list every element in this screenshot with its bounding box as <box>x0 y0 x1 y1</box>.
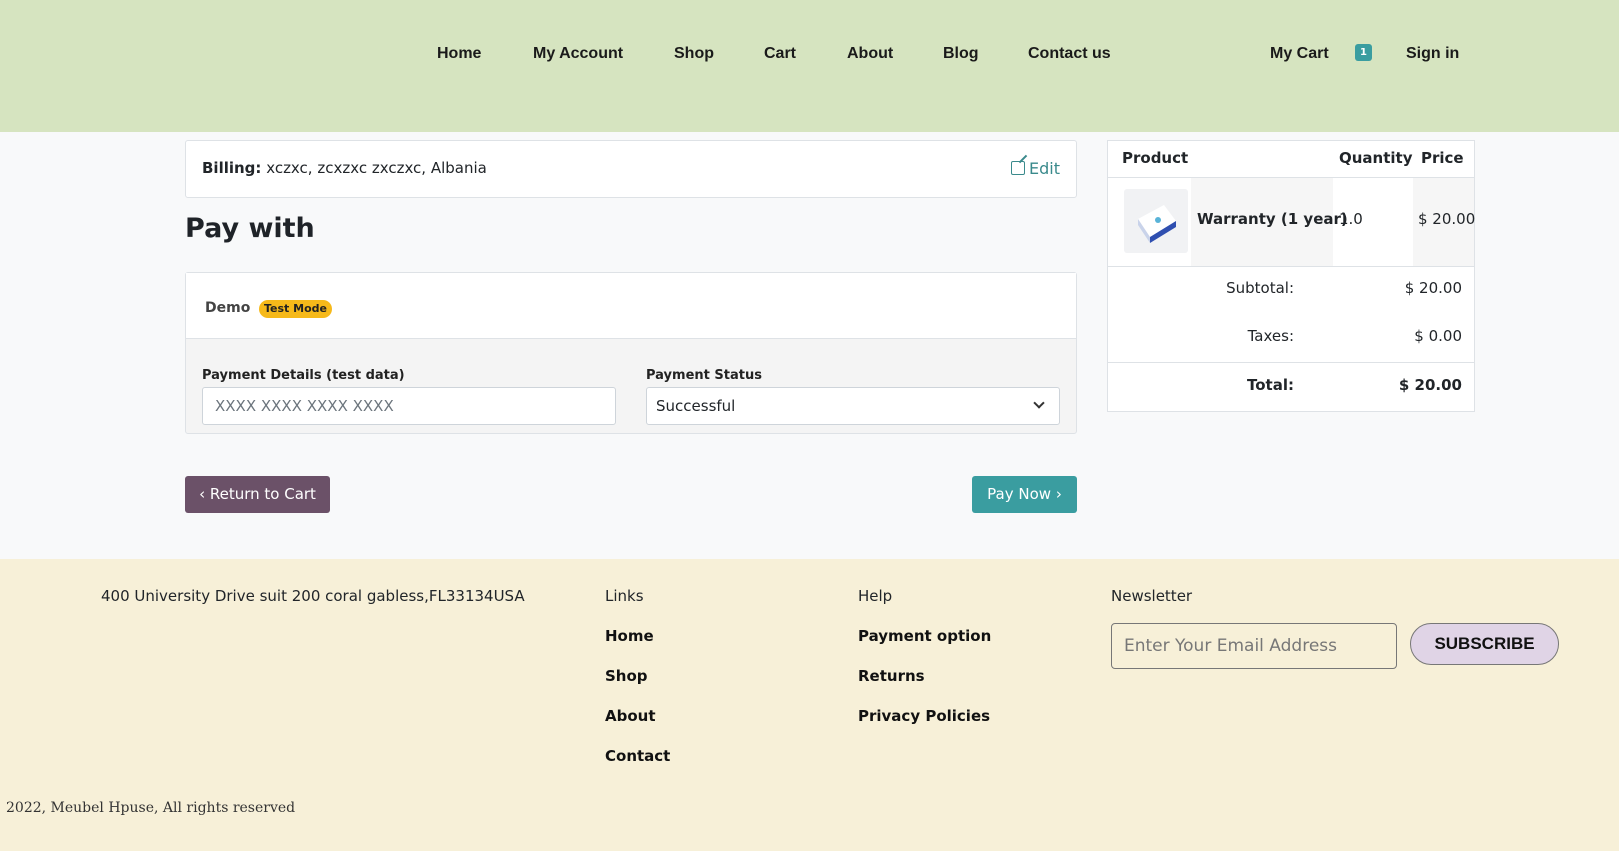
nav-my-account[interactable]: My Account <box>533 45 623 63</box>
taxes-value: $ 0.00 <box>1414 327 1462 345</box>
return-to-cart-button[interactable]: ‹ Return to Cart <box>185 476 330 513</box>
provider-name: Demo <box>205 300 251 316</box>
footer-link-privacy-policies[interactable]: Privacy Policies <box>858 707 990 725</box>
payment-status-value: Successful <box>656 397 736 415</box>
card-number-input[interactable] <box>202 387 616 425</box>
footer-links-title: Links <box>605 587 644 605</box>
taxes-label: Taxes: <box>1247 327 1294 345</box>
newsletter-title: Newsletter <box>1111 587 1193 605</box>
footer-link-returns[interactable]: Returns <box>858 667 925 685</box>
col-product: Product <box>1122 149 1189 167</box>
nav-shop[interactable]: Shop <box>674 45 714 63</box>
billing-card: Billing: xczxc, zcxzxc zxczxc, Albania E… <box>185 140 1077 198</box>
product-name[interactable]: Warranty (1 year) <box>1197 210 1348 228</box>
footer-address: 400 University Drive suit 200 coral gabl… <box>101 587 525 605</box>
nav-home[interactable]: Home <box>437 45 481 63</box>
footer-link-home[interactable]: Home <box>605 627 654 645</box>
test-mode-badge: Test Mode <box>259 300 332 318</box>
footer-link-about[interactable]: About <box>605 707 656 725</box>
main-nav: Home My Account Shop Cart About Blog Con… <box>0 45 1619 69</box>
payment-status-select[interactable]: Successful <box>646 387 1060 425</box>
chevron-right-icon: › <box>1055 485 1062 503</box>
product-thumbnail <box>1124 189 1188 253</box>
footer-help-title: Help <box>858 587 893 605</box>
pay-with-heading: Pay with <box>185 213 315 244</box>
cart-count-badge: 1 <box>1355 44 1372 61</box>
total-value: $ 20.00 <box>1398 376 1462 394</box>
footer-link-contact[interactable]: Contact <box>605 747 670 765</box>
copyright-text: 2022, Meubel Hpuse, All rights reserved <box>6 800 296 816</box>
nav-sign-in[interactable]: Sign in <box>1406 45 1459 63</box>
nav-blog[interactable]: Blog <box>943 45 979 63</box>
billing-label: Billing: <box>202 159 262 177</box>
total-label: Total: <box>1247 376 1294 394</box>
payment-method-card: Demo Test Mode Payment Details (test dat… <box>185 272 1077 434</box>
nav-contact-us[interactable]: Contact us <box>1028 45 1111 63</box>
payment-details-label: Payment Details (test data) <box>202 368 405 383</box>
nav-cart[interactable]: Cart <box>764 45 796 63</box>
nav-my-cart[interactable]: My Cart <box>1270 45 1329 63</box>
edit-billing-link[interactable]: Edit <box>1011 159 1060 178</box>
chevron-left-icon: ‹ <box>199 485 206 503</box>
pay-now-button[interactable]: Pay Now › <box>972 476 1077 513</box>
col-price: Price <box>1421 149 1464 167</box>
order-summary: Product Quantity Price Warranty (1 year)… <box>1107 140 1475 412</box>
edit-icon <box>1011 161 1026 175</box>
subtotal-value: $ 20.00 <box>1404 279 1462 297</box>
subscribe-button[interactable]: SUBSCRIBE <box>1410 623 1559 665</box>
product-box-icon <box>1138 205 1176 243</box>
footer-link-payment-option[interactable]: Payment option <box>858 627 991 645</box>
edit-label: Edit <box>1029 159 1060 178</box>
col-quantity: Quantity <box>1339 149 1413 167</box>
payment-status-label: Payment Status <box>646 368 762 383</box>
site-footer: 400 University Drive suit 200 coral gabl… <box>0 559 1619 851</box>
product-quantity: 1.0 <box>1339 210 1363 228</box>
newsletter-email-input[interactable] <box>1111 623 1397 669</box>
payment-provider-row[interactable]: Demo Test Mode <box>186 273 1076 339</box>
billing-address: xczxc, zcxzxc zxczxc, Albania <box>266 159 487 177</box>
subtotal-label: Subtotal: <box>1226 279 1294 297</box>
chevron-down-icon <box>1033 397 1045 409</box>
product-price: $ 20.00 <box>1418 210 1476 228</box>
nav-about[interactable]: About <box>847 45 893 63</box>
footer-link-shop[interactable]: Shop <box>605 667 648 685</box>
site-header: Home My Account Shop Cart About Blog Con… <box>0 0 1619 132</box>
